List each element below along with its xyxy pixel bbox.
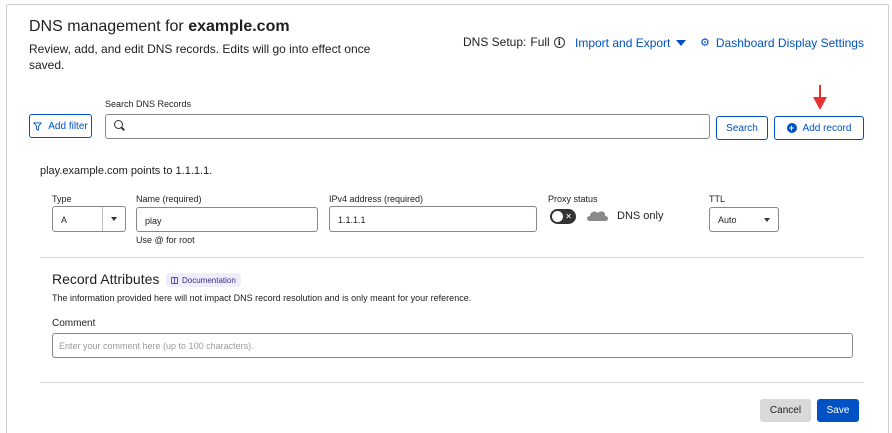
type-label: Type bbox=[52, 194, 72, 204]
record-summary-target: 1.1.1.1. bbox=[175, 165, 213, 177]
comment-input[interactable] bbox=[59, 336, 844, 355]
ttl-label: TTL bbox=[709, 194, 726, 204]
footer-divider bbox=[40, 382, 864, 383]
title-prefix: DNS management for bbox=[29, 18, 189, 35]
close-icon: ✕ bbox=[565, 212, 572, 221]
plus-circle-icon: + bbox=[786, 123, 797, 133]
documentation-link[interactable]: Documentation bbox=[166, 273, 241, 287]
ipv4-label: IPv4 address (required) bbox=[329, 194, 424, 204]
cloud-icon bbox=[587, 211, 608, 221]
search-button[interactable]: Search bbox=[716, 116, 768, 140]
save-button[interactable]: Save bbox=[817, 399, 859, 422]
type-value: A bbox=[53, 207, 103, 231]
dns-setup-status: DNS Setup: Full i bbox=[463, 35, 565, 49]
import-export-label: Import and Export bbox=[575, 36, 671, 50]
name-label: Name (required) bbox=[136, 194, 202, 204]
domain-name: example.com bbox=[188, 18, 290, 35]
page-description: Review, add, and edit DNS records. Edits… bbox=[29, 42, 371, 72]
proxy-status-label: Proxy status bbox=[548, 194, 598, 204]
add-record-button[interactable]: + Add record bbox=[774, 116, 864, 140]
comment-field[interactable] bbox=[52, 333, 853, 358]
search-label: Search DNS Records bbox=[105, 99, 192, 109]
dashboard-display-settings-link[interactable]: ⚙ Dashboard Display Settings bbox=[700, 36, 864, 50]
ttl-select[interactable]: Auto bbox=[709, 207, 779, 232]
dns-setup-label: DNS Setup: bbox=[463, 35, 527, 49]
page-title: DNS management for example.com bbox=[29, 18, 290, 36]
name-hint: Use @ for root bbox=[136, 235, 195, 245]
search-icon bbox=[114, 120, 123, 129]
record-attributes-description: The information provided here will not i… bbox=[52, 293, 472, 303]
chevron-down-icon bbox=[111, 217, 117, 221]
type-select[interactable]: A bbox=[52, 206, 126, 232]
record-summary-points: points to bbox=[127, 165, 176, 177]
record-attributes-title: Record Attributes bbox=[52, 271, 160, 287]
ipv4-address-field[interactable]: 1.1.1.1 bbox=[329, 206, 537, 232]
search-input[interactable] bbox=[128, 117, 703, 136]
type-dropdown-toggle[interactable] bbox=[103, 207, 125, 231]
chevron-down-icon bbox=[764, 217, 770, 222]
dashboard-settings-label: Dashboard Display Settings bbox=[715, 36, 864, 50]
chevron-down-icon bbox=[676, 40, 687, 46]
comment-label: Comment bbox=[52, 318, 96, 329]
name-field[interactable]: play bbox=[136, 207, 318, 232]
import-export-dropdown[interactable]: Import and Export bbox=[575, 36, 687, 50]
cancel-button[interactable]: Cancel bbox=[760, 399, 811, 422]
add-filter-button[interactable]: Add filter bbox=[29, 114, 92, 138]
toggle-knob bbox=[552, 211, 563, 222]
info-icon[interactable]: i bbox=[553, 36, 565, 48]
ttl-value: Auto bbox=[718, 214, 737, 225]
annotation-arrow-icon bbox=[813, 85, 827, 110]
gear-icon: ⚙ bbox=[700, 37, 710, 49]
proxy-status-toggle[interactable]: ✕ bbox=[550, 209, 576, 224]
record-summary-name: play.example.com bbox=[40, 165, 128, 177]
add-record-label: Add record bbox=[802, 122, 852, 134]
documentation-label: Documentation bbox=[182, 275, 236, 285]
record-summary: play.example.com points to 1.1.1.1. bbox=[40, 165, 212, 177]
filter-icon bbox=[33, 121, 43, 131]
proxy-status-value: DNS only bbox=[617, 210, 664, 222]
dns-setup-value: Full bbox=[530, 35, 550, 49]
search-field[interactable] bbox=[105, 114, 710, 139]
section-divider bbox=[40, 257, 864, 258]
add-filter-label: Add filter bbox=[48, 120, 88, 132]
book-icon bbox=[171, 276, 178, 284]
